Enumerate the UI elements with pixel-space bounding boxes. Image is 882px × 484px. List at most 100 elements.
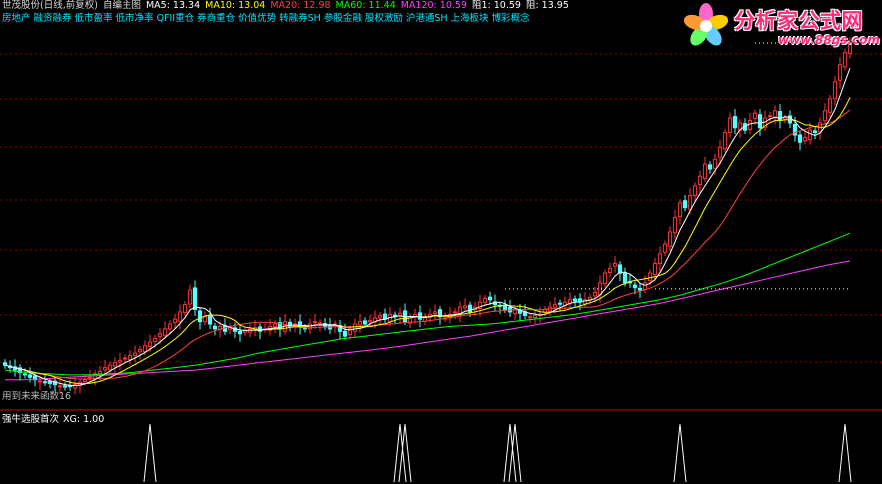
- candle-body: [642, 282, 648, 290]
- candle-body: [47, 380, 53, 384]
- resist2-value: 阻: 13.95: [525, 0, 569, 11]
- candle-body: [632, 284, 638, 289]
- candle-body: [127, 355, 133, 360]
- candle-body: [777, 111, 783, 121]
- candle-body: [527, 316, 533, 319]
- candle-body: [607, 267, 613, 273]
- candle-body: [612, 262, 618, 267]
- candle-body: [202, 316, 208, 323]
- candle-body: [812, 130, 818, 134]
- candle-body: [482, 298, 488, 303]
- candle-body: [182, 304, 188, 314]
- candle-body: [637, 287, 643, 291]
- concept-tag: 股权激励: [364, 13, 403, 24]
- concept-tag: 博彩概念: [491, 13, 530, 24]
- ma5-value: MA5: 13.34: [145, 0, 201, 11]
- sub-indicator-name: 强牛选股首次: [2, 414, 60, 425]
- candle-body: [197, 310, 203, 323]
- candle-body: [357, 321, 363, 326]
- candle-body: [677, 202, 683, 218]
- candle-body: [187, 289, 193, 305]
- xg-signal-spike: [143, 423, 157, 483]
- xg-value: XG: 1.00: [63, 414, 105, 425]
- candle-body: [237, 330, 243, 335]
- candle-body: [552, 304, 558, 308]
- candle-body: [732, 116, 738, 129]
- logo-url: www.88gs.com: [778, 33, 880, 47]
- candle-body: [657, 253, 663, 264]
- candle-body: [27, 374, 33, 378]
- signal-layer: [143, 423, 852, 483]
- concept-tag: 房地产: [2, 13, 31, 24]
- candle-body: [272, 323, 278, 327]
- candle-body: [382, 313, 388, 320]
- ma-lines-layer: [4, 68, 851, 387]
- ma20-line: [4, 109, 851, 380]
- ma20-value: MA20: 12.98: [270, 0, 331, 11]
- ma60-line: [4, 232, 851, 376]
- candle-body: [647, 272, 653, 282]
- candle-body: [172, 318, 178, 324]
- formula-name: 自编主图: [102, 0, 141, 11]
- concept-tags: 房地产 融资融券 低市盈率 低市净率 QFII重仓 券商重仓 价值优势 转融券SH 参股金融 股权…: [2, 12, 533, 25]
- candle-body: [147, 341, 153, 348]
- candle-body: [377, 315, 383, 319]
- candle-body: [802, 136, 808, 142]
- resist1-value: 阻1: 10.59: [471, 0, 521, 11]
- candle-body: [572, 298, 578, 302]
- candle-body: [177, 311, 183, 322]
- ma60-value: MA60: 11.44: [335, 0, 396, 11]
- candle-body: [767, 115, 773, 118]
- candle-body: [727, 117, 733, 134]
- concept-tag: 上海板块: [450, 13, 489, 24]
- candle-body: [37, 380, 43, 383]
- candle-body: [822, 110, 828, 122]
- candle-body: [592, 292, 598, 297]
- candle-body: [212, 325, 218, 330]
- xg-signal-spike: [838, 423, 852, 483]
- candle-body: [842, 52, 848, 68]
- chart-grid: [0, 53, 882, 411]
- candle-body: [712, 158, 718, 169]
- candle-body: [362, 320, 368, 325]
- candle-body: [722, 132, 728, 150]
- candle-body: [97, 370, 103, 375]
- candle-body: [462, 305, 468, 309]
- ma120-value: MA120: 10.59: [400, 0, 467, 11]
- candle-body: [352, 323, 358, 332]
- candle-body: [652, 262, 658, 276]
- candle-body: [432, 311, 438, 315]
- concept-tag: 转融券SH: [279, 13, 321, 24]
- candle-body: [112, 362, 118, 367]
- candle-body: [557, 302, 563, 305]
- candle-body: [667, 231, 673, 247]
- candle-body: [692, 185, 698, 197]
- candle-body: [757, 114, 763, 129]
- sub-indicator-header: 强牛选股首次 XG: 1.00: [2, 411, 108, 425]
- candle-body: [687, 195, 693, 210]
- main-header: 世茂股份(日线,前复权) 自编主图 MA5: 13.34 MA10: 13.04 MA2…: [2, 0, 574, 12]
- candle-body: [567, 299, 573, 304]
- concept-tag: 融资融券: [33, 13, 72, 24]
- candle-body: [122, 357, 128, 360]
- concept-tag: 沪港通SH: [405, 13, 448, 24]
- candle-body: [832, 81, 838, 100]
- xg-signal-spike: [673, 423, 687, 483]
- candle-body: [417, 312, 423, 320]
- candle-body: [487, 296, 493, 301]
- candle-body: [367, 319, 373, 323]
- candle-body: [2, 362, 8, 366]
- candle-body: [132, 352, 138, 357]
- concept-tag: 低市净率: [115, 13, 154, 24]
- candle-body: [142, 345, 148, 353]
- candle-body: [317, 322, 323, 325]
- candle-body: [837, 64, 843, 81]
- candles-layer: [2, 37, 853, 395]
- candle-body: [42, 381, 48, 384]
- candle-body: [672, 216, 678, 234]
- candle-body: [312, 321, 318, 324]
- concept-tag: 券商重仓: [197, 13, 236, 24]
- candle-body: [342, 330, 348, 337]
- candle-body: [452, 311, 458, 314]
- candle-body: [117, 359, 123, 363]
